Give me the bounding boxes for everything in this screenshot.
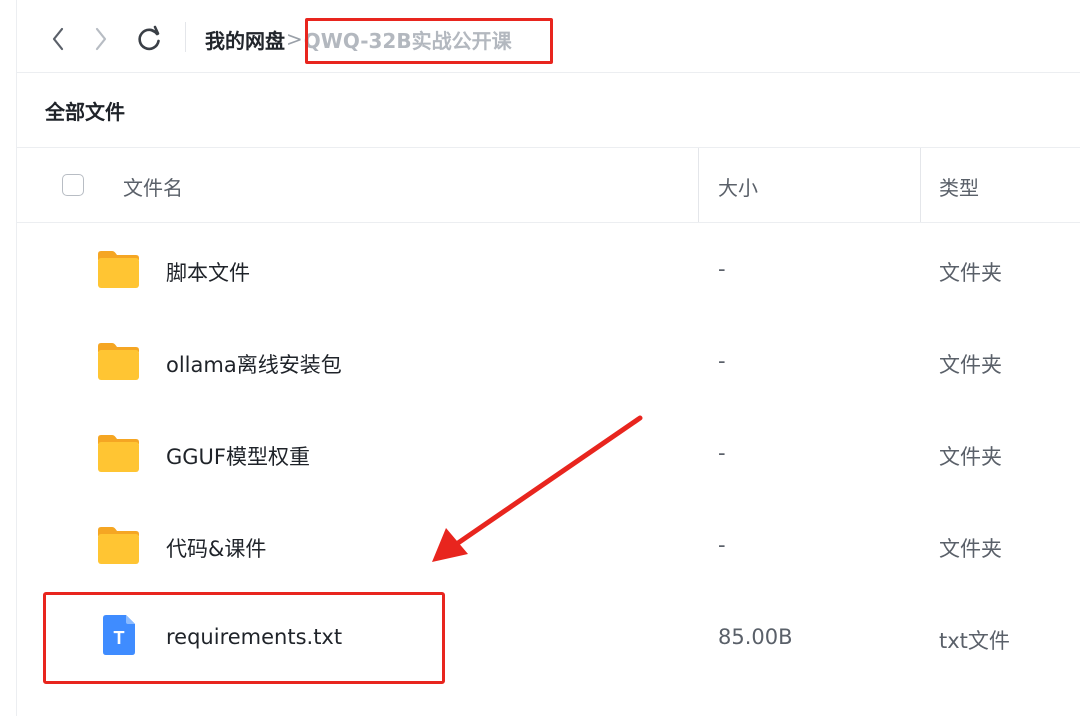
- section-title: 全部文件: [45, 100, 125, 124]
- file-size: -: [718, 349, 726, 373]
- text-file-icon: T: [103, 615, 135, 655]
- folder-icon: [98, 251, 139, 288]
- file-name[interactable]: ollama离线安装包: [166, 349, 342, 379]
- file-name[interactable]: GGUF模型权重: [166, 441, 310, 471]
- navigation-bar: 我的网盘 > QWQ-32B实战公开课: [17, 0, 1080, 73]
- breadcrumb: 我的网盘 > QWQ-32B实战公开课: [205, 22, 512, 56]
- table-row[interactable]: GGUF模型权重 - 文件夹: [17, 408, 1080, 500]
- table-row[interactable]: 脚本文件 - 文件夹: [17, 224, 1080, 316]
- column-divider[interactable]: [920, 148, 921, 222]
- file-size: 85.00B: [718, 625, 793, 649]
- select-all-checkbox[interactable]: [62, 174, 84, 196]
- file-name[interactable]: 代码&课件: [166, 533, 266, 563]
- toolbar-divider: [185, 22, 186, 52]
- table-row[interactable]: ollama离线安装包 - 文件夹: [17, 316, 1080, 408]
- file-size: -: [718, 257, 726, 281]
- column-header-type[interactable]: 类型: [939, 172, 979, 201]
- file-size: -: [718, 441, 726, 465]
- forward-button[interactable]: [83, 22, 117, 56]
- breadcrumb-current: QWQ-32B实战公开课: [303, 28, 512, 53]
- folder-icon: [98, 435, 139, 472]
- column-header-size[interactable]: 大小: [718, 172, 758, 201]
- breadcrumb-root[interactable]: 我的网盘: [205, 25, 285, 54]
- text-file-icon-letter: T: [114, 628, 125, 648]
- table-row[interactable]: T requirements.txt 85.00B txt文件: [17, 592, 1080, 684]
- file-type: 文件夹: [939, 537, 1002, 561]
- column-header-name[interactable]: 文件名: [123, 172, 183, 201]
- file-name[interactable]: requirements.txt: [166, 625, 342, 649]
- table-header: 文件名 大小 类型: [17, 148, 1080, 223]
- refresh-icon: [138, 25, 160, 51]
- back-button[interactable]: [42, 22, 76, 56]
- file-size: -: [718, 533, 726, 557]
- chevron-right-icon: [95, 27, 107, 51]
- chevron-left-icon: [52, 27, 64, 51]
- file-type: txt文件: [939, 629, 1010, 653]
- file-type: 文件夹: [939, 445, 1002, 469]
- section-bar: 全部文件: [17, 72, 1080, 148]
- file-type: 文件夹: [939, 353, 1002, 377]
- folder-icon: [98, 527, 139, 564]
- column-divider[interactable]: [698, 148, 699, 222]
- breadcrumb-separator: >: [286, 27, 303, 51]
- refresh-button[interactable]: [132, 22, 166, 56]
- table-row[interactable]: 代码&课件 - 文件夹: [17, 500, 1080, 592]
- file-name[interactable]: 脚本文件: [166, 257, 250, 287]
- file-type: 文件夹: [939, 261, 1002, 285]
- folder-icon: [98, 343, 139, 380]
